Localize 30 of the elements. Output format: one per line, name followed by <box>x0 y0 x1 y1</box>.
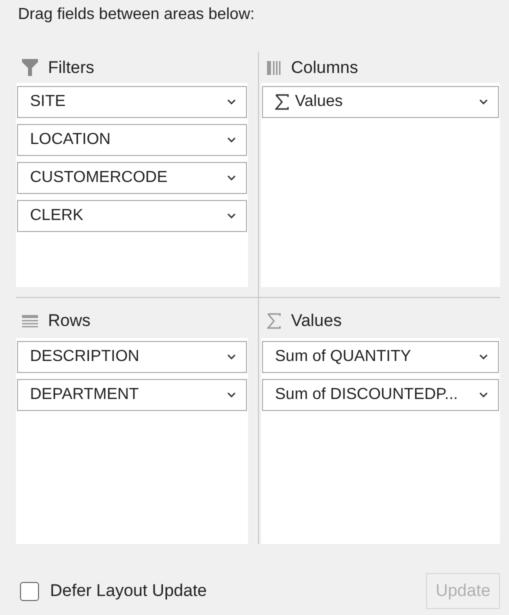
chevron-down-icon <box>227 392 236 398</box>
checkbox[interactable] <box>20 582 39 600</box>
columns-icon <box>267 60 281 74</box>
field-item[interactable]: LOCATION <box>17 124 247 156</box>
chevron-down-icon <box>227 175 236 181</box>
area-title: Values <box>291 311 342 331</box>
field-item[interactable]: Sum of DISCOUNTEDP... <box>262 379 499 411</box>
checkbox-label: Defer Layout Update <box>50 581 207 601</box>
sigma-icon <box>267 313 281 329</box>
rows-icon <box>22 314 38 328</box>
area-title: Filters <box>48 58 94 78</box>
chevron-down-icon <box>227 99 236 105</box>
filter-icon <box>22 59 38 76</box>
field-item[interactable]: Sum of QUANTITY <box>262 341 499 373</box>
field-item[interactable]: CUSTOMERCODE <box>17 162 247 194</box>
instruction-text: Drag fields between areas below: <box>18 5 256 25</box>
chevron-down-icon <box>479 354 488 360</box>
area-title: Columns <box>291 58 358 78</box>
field-item[interactable]: CLERK <box>17 200 247 232</box>
field-item[interactable]: DEPARTMENT <box>17 379 247 411</box>
field-item[interactable]: Values <box>262 86 499 118</box>
area-title: Rows <box>48 311 91 331</box>
field-item[interactable]: DESCRIPTION <box>17 341 247 373</box>
field-item[interactable]: SITE <box>17 86 247 118</box>
chevron-down-icon <box>479 99 488 105</box>
chevron-down-icon <box>479 392 488 398</box>
chevron-down-icon <box>227 137 236 143</box>
chevron-down-icon <box>227 354 236 360</box>
chevron-down-icon <box>227 213 236 219</box>
sigma-icon <box>275 94 289 110</box>
